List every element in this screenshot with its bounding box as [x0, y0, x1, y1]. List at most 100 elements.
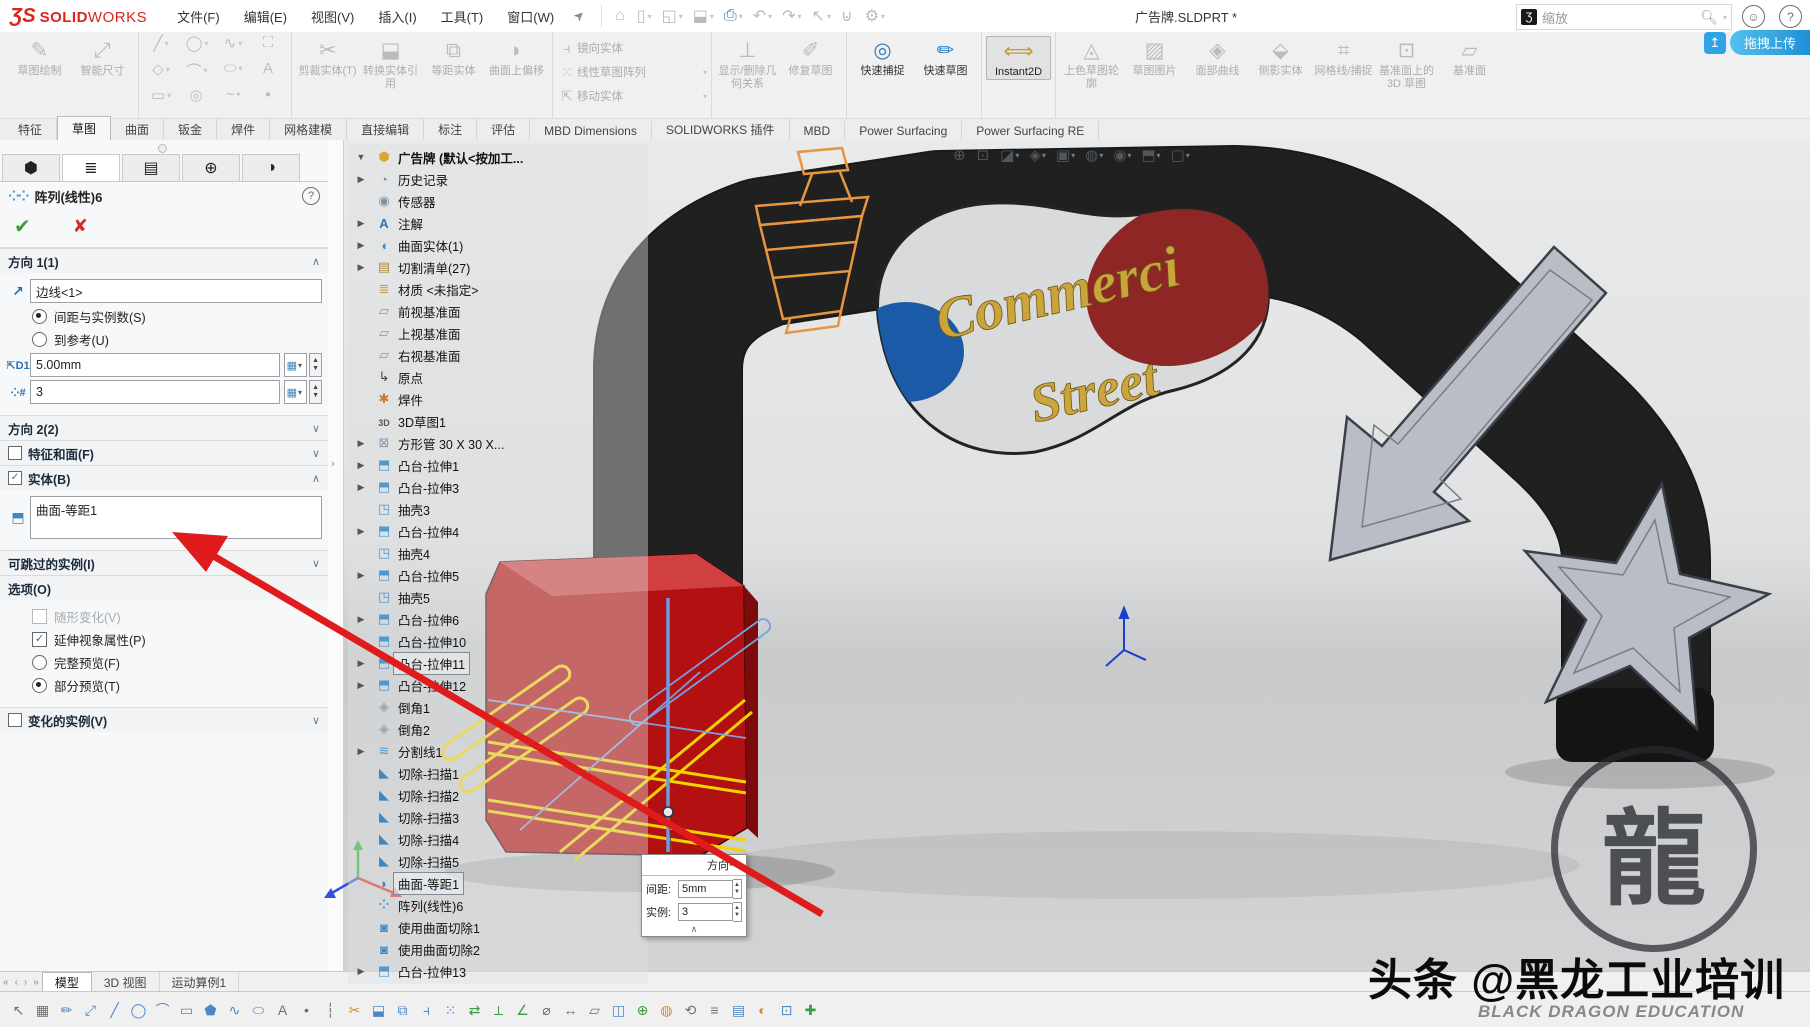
collapse-icon[interactable]: ∧ [312, 255, 320, 268]
ribbon-button[interactable]: ◬ 上色草图轮廓 [1060, 36, 1123, 91]
radio-icon[interactable] [32, 332, 47, 347]
radio-partial-preview[interactable]: 部分预览(T) [32, 676, 322, 695]
tool-icon[interactable]: ✚ [800, 1000, 821, 1021]
feature-label[interactable]: 凸台-拉伸6 [394, 609, 463, 630]
ribbon-tab[interactable]: 钣金 [164, 118, 217, 141]
tool-icon[interactable]: ⬟ [200, 1000, 221, 1021]
dropdown-caret-icon[interactable]: ▾ [236, 90, 240, 99]
tree-item[interactable]: 焊件 [348, 388, 648, 410]
sketch-entity-icon[interactable]: ∿ ▾ [215, 34, 251, 52]
tree-item[interactable]: ▶ 凸台-拉伸6 [348, 608, 648, 630]
tool-icon[interactable]: ◫ [608, 1000, 629, 1021]
ribbon-tab[interactable]: 直接编辑 [347, 118, 424, 141]
ribbon-tab[interactable]: 标注 [424, 118, 477, 141]
ribbon-button[interactable]: ⊥ 显示/删除几何关系 [716, 36, 779, 91]
tool-icon[interactable]: ⤢ [80, 1000, 101, 1021]
expand-icon[interactable]: ∨ [312, 714, 320, 727]
tool-icon[interactable]: ┆ [320, 1000, 341, 1021]
menu-insert[interactable]: 插入(I) [366, 1, 428, 32]
dropdown-caret-icon[interactable]: ▾ [1099, 151, 1103, 160]
print-icon[interactable]: ⎙ ▾ [719, 5, 748, 27]
tree-item[interactable]: 右视基准面 [348, 344, 648, 366]
feature-label[interactable]: 注解 [394, 213, 427, 234]
feature-label[interactable]: 材质 <未指定> [394, 279, 483, 300]
tree-item[interactable]: 材质 <未指定> [348, 278, 648, 300]
sketch-entity-icon[interactable]: ╱ ▾ [143, 34, 179, 52]
feature-label[interactable]: 原点 [394, 367, 427, 388]
feature-label[interactable]: 凸台-拉伸11 [394, 653, 469, 674]
feature-label[interactable]: 凸台-拉伸12 [394, 675, 470, 696]
dropdown-caret-icon[interactable]: ▾ [1042, 151, 1046, 160]
dropdown-caret-icon[interactable]: ▾ [166, 65, 170, 74]
new-document-icon[interactable]: ▯ ▾ [632, 4, 657, 28]
count-input[interactable]: 3 [30, 380, 280, 404]
options-icon[interactable]: ⚙ ▾ [860, 4, 890, 28]
search-caret-icon[interactable]: ▾ [1723, 13, 1727, 22]
dropdown-caret-icon[interactable]: ▾ [703, 92, 707, 101]
dropdown-caret-icon[interactable]: ▾ [1127, 151, 1131, 160]
feature-label[interactable]: 3D草图1 [394, 411, 450, 432]
tree-item[interactable]: 原点 [348, 366, 648, 388]
tree-item[interactable]: 抽壳5 [348, 586, 648, 608]
undo-icon[interactable]: ↶ ▾ [748, 4, 777, 28]
feature-label[interactable]: 凸台-拉伸4 [394, 521, 463, 542]
menu-edit[interactable]: 编辑(E) [232, 1, 299, 32]
callout-stepper[interactable]: ▲▼ [733, 879, 742, 899]
dropdown-caret-icon[interactable]: ▾ [204, 66, 208, 75]
feature-label[interactable]: 右视基准面 [394, 345, 465, 366]
tool-icon[interactable]: ⟂ [488, 1000, 509, 1021]
expand-arrow-icon[interactable]: ▶ [348, 570, 374, 581]
tab-nav-arrow-icon[interactable]: ‹ [12, 972, 21, 992]
tree-item[interactable]: ▶ 凸台-拉伸5 [348, 564, 648, 586]
tab-nav-arrow-icon[interactable]: » [30, 972, 42, 992]
expand-arrow-icon[interactable]: ▶ [348, 614, 374, 625]
ribbon-tab[interactable]: MBD Dimensions [530, 121, 652, 141]
flyout-arrow-icon[interactable]: › [331, 458, 335, 470]
sketch-entity-icon[interactable]: ◯ ▾ [179, 34, 215, 52]
feature-label[interactable]: 凸台-拉伸3 [394, 477, 463, 498]
ribbon-button[interactable]: ⬙ 侧影实体 [1249, 36, 1312, 78]
feature-label[interactable]: 倒角1 [394, 697, 434, 718]
dropdown-caret-icon[interactable]: ▾ [648, 12, 652, 21]
tool-icon[interactable]: ↔ [560, 1000, 581, 1021]
collapse-icon[interactable]: ∧ [312, 472, 320, 485]
feature-label[interactable]: 切除-扫描4 [394, 829, 463, 850]
tab-nav-arrow-icon[interactable]: › [21, 972, 30, 992]
spacing-input[interactable]: 5.00mm [30, 353, 280, 377]
tree-item[interactable]: ▶ 凸台-拉伸10 [348, 630, 648, 652]
tool-icon[interactable]: ⌀ [536, 1000, 557, 1021]
section-instances-to-vary[interactable]: 变化的实例(V)∨ [0, 707, 328, 732]
tab-3d-views[interactable]: 3D 视图 [92, 972, 160, 992]
ribbon-button[interactable]: ⊡ 基准面上的 3D 草图 [1375, 36, 1438, 91]
cancel-button[interactable]: ✘ [73, 216, 88, 237]
zoom-area-icon[interactable]: ⊡ [974, 145, 994, 165]
expand-icon[interactable]: ∨ [312, 557, 320, 570]
tree-item[interactable]: 切除-扫描1 [348, 762, 648, 784]
dropdown-caret-icon[interactable]: ▾ [1157, 151, 1161, 160]
expand-arrow-icon[interactable]: ▶ [348, 636, 374, 647]
ok-button[interactable]: ✔ [14, 214, 31, 239]
ribbon-tab[interactable]: 评估 [477, 118, 530, 141]
ribbon-button[interactable]: ▱ 基准面 [1438, 36, 1501, 78]
checkbox-icon[interactable]: ✓ [8, 471, 22, 485]
feature-label[interactable]: 上视基准面 [394, 323, 465, 344]
feature-label[interactable]: 抽壳4 [394, 543, 434, 564]
menu-window[interactable]: 窗口(W) [495, 1, 566, 32]
dropdown-caret-icon[interactable]: ▾ [238, 39, 242, 48]
tree-item[interactable]: ▶ 凸台-拉伸4 [348, 520, 648, 542]
dropdown-caret-icon[interactable]: ▾ [768, 12, 772, 21]
feature-label[interactable]: 切除-扫描1 [394, 763, 463, 784]
expand-icon[interactable]: ∨ [312, 422, 320, 435]
dropdown-caret-icon[interactable]: ▾ [1186, 151, 1190, 160]
section-bodies[interactable]: ✓ 实体(B)∧ [0, 465, 328, 490]
section-features-faces[interactable]: 特征和面(F)∨ [0, 440, 328, 465]
expand-arrow-icon[interactable]: ▼ [348, 152, 374, 162]
feature-label[interactable]: 方形管 30 X 30 X... [394, 433, 508, 454]
dropdown-caret-icon[interactable]: ▾ [710, 12, 714, 21]
expand-arrow-icon[interactable]: ▶ [348, 174, 374, 185]
tool-icon[interactable]: A [272, 1000, 293, 1021]
callout-collapse-icon[interactable]: ∧ [642, 922, 746, 936]
equation-widget[interactable]: ▦▾ [284, 380, 307, 404]
callout-value-field[interactable]: 5mm [678, 880, 733, 898]
radio-icon[interactable] [32, 655, 47, 670]
